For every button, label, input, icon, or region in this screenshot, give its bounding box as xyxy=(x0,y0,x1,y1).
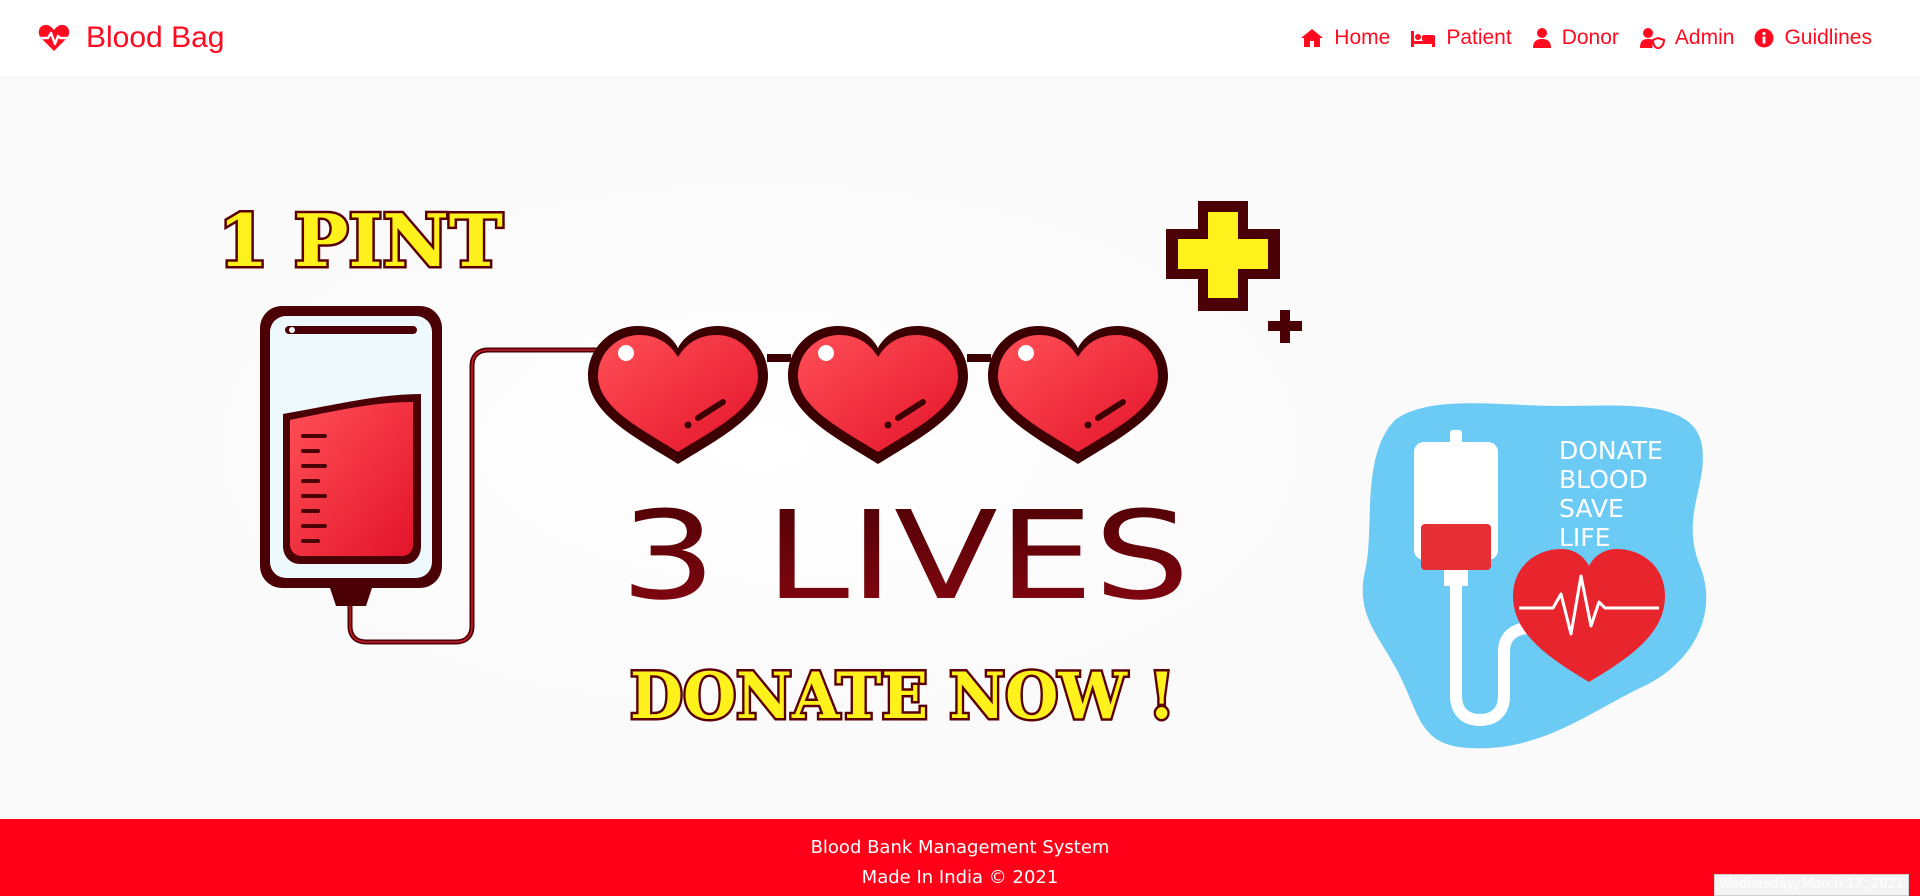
badge-line-2: BLOOD xyxy=(1559,465,1648,494)
nav-admin[interactable]: Admin xyxy=(1639,26,1735,50)
donate-now-text: DONATE NOW ! xyxy=(630,659,1175,734)
info-circle-icon xyxy=(1754,28,1774,48)
nav-donor[interactable]: Donor xyxy=(1532,26,1619,50)
home-icon xyxy=(1301,29,1324,47)
user-icon xyxy=(1532,28,1551,48)
main-nav: Home Patient Donor Admin Guidlines xyxy=(1300,26,1872,50)
badge-line-4: LIFE xyxy=(1559,523,1610,552)
badge-line-3: SAVE xyxy=(1559,494,1624,523)
navbar: Blood Bag Home Patient Donor Admin Guidl… xyxy=(0,0,1920,76)
date-display: Wednesday, March 17, 2021 xyxy=(1713,874,1909,896)
nav-donor-label: Donor xyxy=(1561,26,1619,49)
bed-icon xyxy=(1411,31,1436,47)
brand-link[interactable]: Blood Bag xyxy=(38,21,224,55)
footer: Blood Bank Management System Made In Ind… xyxy=(0,819,1920,896)
pint-text: 1 PINT xyxy=(218,198,503,283)
nav-admin-label: Admin xyxy=(1674,26,1735,49)
donate-blood-badge: DONATE BLOOD SAVE LIFE xyxy=(1362,403,1707,749)
nav-guidelines-label: Guidlines xyxy=(1784,26,1872,49)
footer-copyright: Made In India © 2021 xyxy=(861,867,1059,888)
badge-line-1: DONATE xyxy=(1559,436,1663,465)
nav-home-label: Home xyxy=(1334,26,1391,49)
nav-guidelines[interactable]: Guidlines xyxy=(1754,26,1872,50)
nav-patient[interactable]: Patient xyxy=(1410,26,1512,50)
user-shield-icon xyxy=(1639,28,1665,49)
hero-banner: 1 PINT 3 LIVES DONATE NOW ! DONATE BLOOD… xyxy=(0,76,1920,819)
heartbeat-icon xyxy=(38,24,70,51)
lives-text: 3 LIVES xyxy=(620,485,1190,627)
nav-patient-label: Patient xyxy=(1446,26,1512,49)
footer-title: Blood Bank Management System xyxy=(810,837,1110,858)
nav-home[interactable]: Home xyxy=(1300,26,1390,50)
donate-blood-poster: 1 PINT 3 LIVES DONATE NOW ! DONATE BLOOD… xyxy=(160,156,1707,749)
brand-name: Blood Bag xyxy=(86,21,225,54)
